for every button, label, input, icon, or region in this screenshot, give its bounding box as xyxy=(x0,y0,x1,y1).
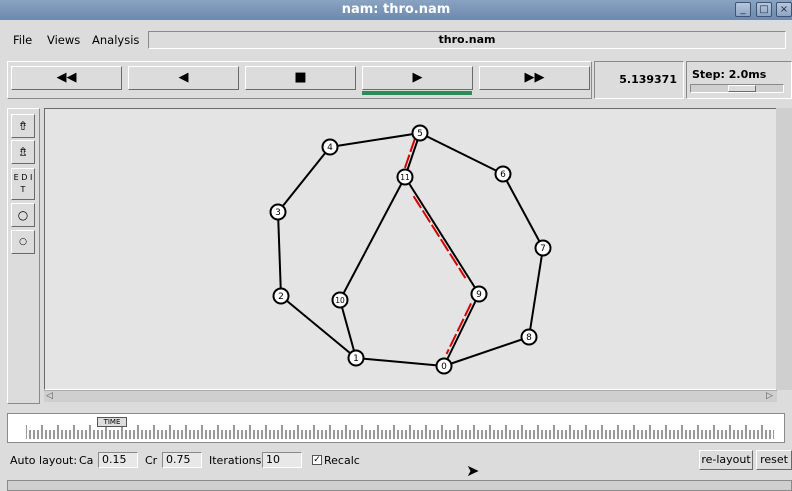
link-0-1[interactable] xyxy=(355,357,445,367)
node-label: 3 xyxy=(275,208,281,218)
node-large-icon[interactable]: ○ xyxy=(11,203,35,227)
recalc-label: Recalc xyxy=(324,454,360,467)
node-11[interactable]: 11 xyxy=(396,168,414,186)
menu-views[interactable]: Views xyxy=(47,33,80,47)
ca-label: Ca xyxy=(79,454,94,467)
timeline-marker[interactable]: TIME xyxy=(97,417,127,427)
node-label: 9 xyxy=(476,290,482,300)
scroll-right-icon[interactable]: ▷ xyxy=(766,391,773,401)
menu-file[interactable]: File xyxy=(13,33,32,47)
node-3[interactable]: 3 xyxy=(269,203,287,221)
link-2-3[interactable] xyxy=(277,211,282,297)
node-label: 5 xyxy=(417,129,423,139)
ca-input[interactable]: 0.15 xyxy=(98,452,138,468)
step-label: Step: 2.0ms xyxy=(692,68,767,81)
cr-label: Cr xyxy=(145,454,158,467)
packet-9-0 xyxy=(445,303,472,355)
link-1-10[interactable] xyxy=(339,299,357,359)
node-label: 1 xyxy=(353,354,359,364)
node-small-icon[interactable]: ○ xyxy=(11,230,35,254)
node-9[interactable]: 9 xyxy=(470,285,488,303)
timeline-ticks xyxy=(26,425,774,439)
rewind-button[interactable]: ◀◀ xyxy=(11,66,122,90)
node-label: 6 xyxy=(500,170,506,180)
menu-analysis[interactable]: Analysis xyxy=(92,33,139,47)
filename-display: thro.nam xyxy=(148,31,786,49)
node-7[interactable]: 7 xyxy=(534,239,552,257)
edit-button[interactable]: E D I T xyxy=(11,168,35,200)
step-back-button[interactable]: ◀ xyxy=(128,66,239,90)
recalc-checkbox[interactable]: ✓ xyxy=(312,455,322,465)
zoom-in-icon[interactable]: ⇮ xyxy=(11,114,35,138)
node-6[interactable]: 6 xyxy=(494,165,512,183)
play-indicator xyxy=(362,91,472,95)
link-4-5[interactable] xyxy=(329,132,421,148)
link-3-4[interactable] xyxy=(277,146,331,213)
close-icon[interactable]: × xyxy=(776,2,792,17)
node-2[interactable]: 2 xyxy=(272,287,290,305)
mouse-cursor-icon: ➤ xyxy=(466,461,480,480)
link-6-7[interactable] xyxy=(502,173,544,249)
iterations-label: Iterations xyxy=(209,454,262,467)
step-slider-thumb[interactable] xyxy=(728,85,756,92)
node-label: 7 xyxy=(540,244,546,254)
cr-input[interactable]: 0.75 xyxy=(162,452,202,468)
horizontal-scrollbar[interactable] xyxy=(44,390,777,402)
vertical-scrollbar[interactable] xyxy=(776,108,792,390)
link-7-8[interactable] xyxy=(528,247,544,338)
node-label: 10 xyxy=(335,296,345,305)
fast-forward-button[interactable]: ▶▶ xyxy=(479,66,590,90)
node-8[interactable]: 8 xyxy=(520,328,538,346)
node-4[interactable]: 4 xyxy=(321,138,339,156)
relayout-button[interactable]: re-layout xyxy=(699,450,753,470)
node-10[interactable]: 10 xyxy=(331,291,349,309)
node-label: 4 xyxy=(327,143,333,153)
zoom-out-icon[interactable]: ⇯ xyxy=(11,140,35,164)
node-0[interactable]: 0 xyxy=(435,357,453,375)
maximize-icon[interactable]: □ xyxy=(756,2,772,17)
link-11-9[interactable] xyxy=(404,176,480,295)
time-display: 5.139371 xyxy=(594,61,684,99)
iterations-input[interactable]: 10 xyxy=(262,452,302,468)
link-10-11[interactable] xyxy=(339,176,406,301)
node-label: 0 xyxy=(441,362,447,372)
play-button[interactable]: ▶ xyxy=(362,66,473,90)
node-5[interactable]: 5 xyxy=(411,124,429,142)
reset-button[interactable]: reset xyxy=(756,450,792,470)
node-label: 8 xyxy=(526,333,532,343)
link-5-6[interactable] xyxy=(419,132,504,175)
node-1[interactable]: 1 xyxy=(347,349,365,367)
packet-11-9 xyxy=(412,195,467,279)
network-graph[interactable]: 0 1 2 3 4 5 6 7 8 9 10 11 xyxy=(45,109,776,389)
bottom-scrollbar[interactable] xyxy=(7,480,792,491)
node-label: 11 xyxy=(400,173,410,182)
autolayout-label: Auto layout: xyxy=(10,454,78,467)
window-title: nam: thro.nam xyxy=(341,2,451,17)
minimize-icon[interactable]: _ xyxy=(735,2,751,17)
scroll-left-icon[interactable]: ◁ xyxy=(46,391,53,401)
stop-button[interactable]: ■ xyxy=(245,66,356,90)
node-label: 2 xyxy=(278,292,284,302)
